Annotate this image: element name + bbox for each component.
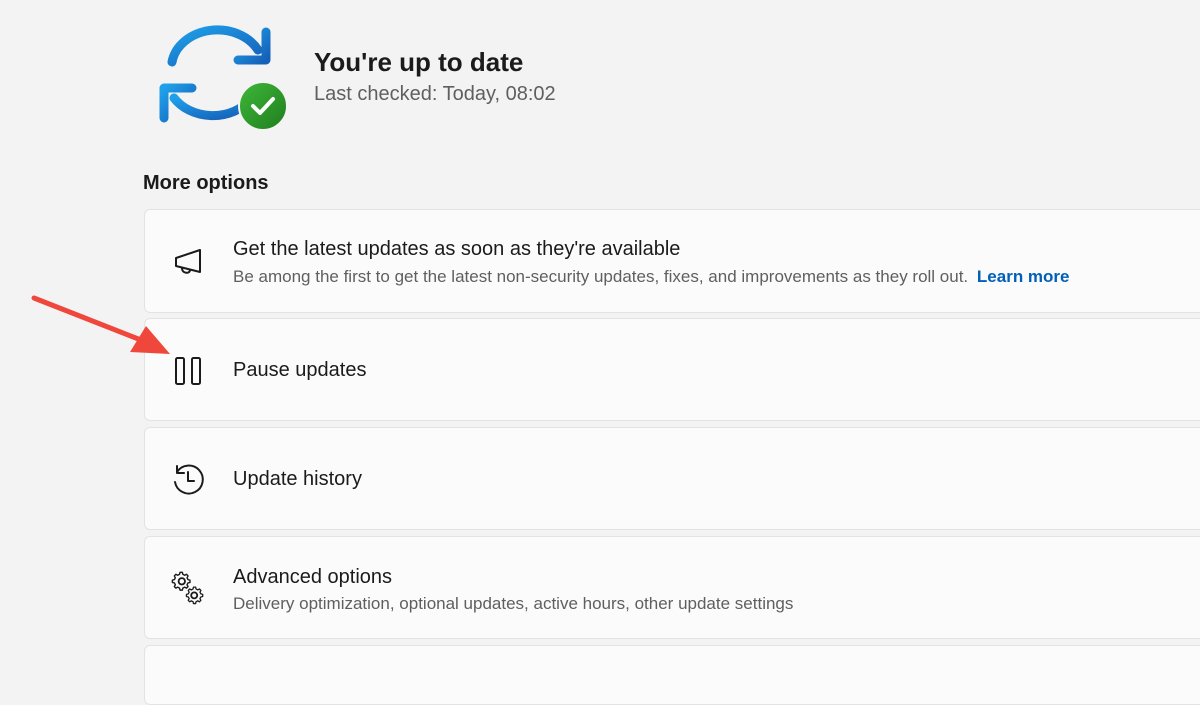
megaphone-icon [175, 249, 201, 274]
last-checked-text: Last checked: Today, 08:02 [314, 83, 556, 105]
get-latest-updates-description: Be among the first to get the latest non… [233, 267, 1070, 287]
next-option-card[interactable] [144, 645, 1200, 705]
pause-icon [175, 357, 201, 385]
advanced-options-card[interactable]: Advanced options Delivery optimization, … [144, 536, 1200, 639]
advanced-options-title: Advanced options [233, 566, 393, 588]
update-status: You're up to date Last checked: Today, 0… [158, 20, 758, 132]
history-icon [174, 464, 204, 495]
get-latest-updates-title: Get the latest updates as soon as they'r… [233, 238, 681, 260]
get-latest-updates-description-text: Be among the first to get the latest non… [233, 267, 969, 286]
pause-updates-title: Pause updates [233, 359, 367, 381]
gears-icon [171, 571, 204, 605]
pause-updates-card[interactable]: Pause updates [144, 318, 1200, 421]
status-title: You're up to date [314, 47, 524, 77]
update-history-title: Update history [233, 468, 362, 490]
sync-check-icon [159, 25, 288, 131]
advanced-options-description: Delivery optimization, optional updates,… [233, 594, 794, 613]
get-latest-updates-card[interactable]: Get the latest updates as soon as they'r… [144, 209, 1200, 313]
update-history-card[interactable]: Update history [144, 427, 1200, 530]
learn-more-link[interactable]: Learn more [977, 267, 1070, 286]
more-options-heading: More options [143, 172, 269, 194]
